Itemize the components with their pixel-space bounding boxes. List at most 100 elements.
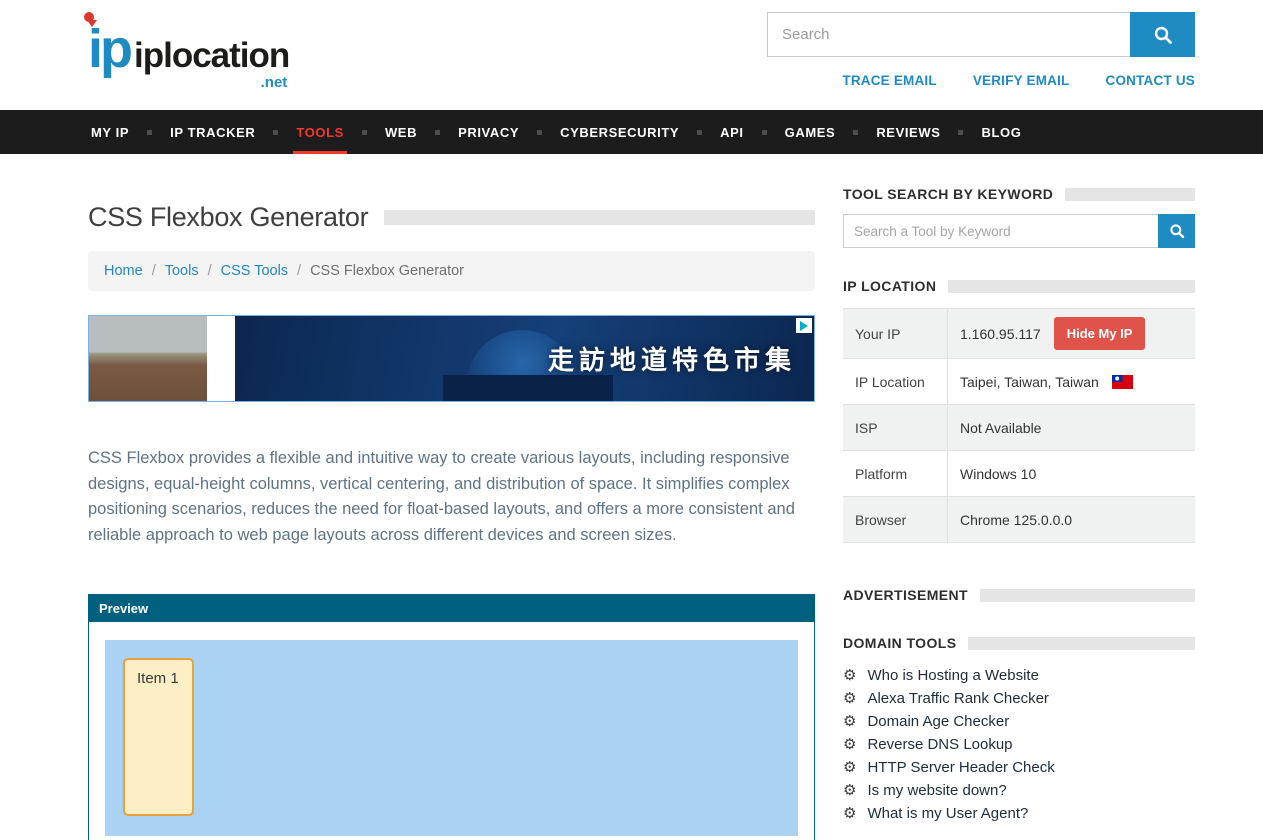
table-row: ISP Not Available — [843, 405, 1195, 451]
nav-separator — [853, 130, 858, 135]
domain-tool-link[interactable]: Alexa Traffic Rank Checker — [867, 690, 1048, 707]
nav-ip-tracker[interactable]: IP TRACKER — [167, 110, 258, 154]
ad-gap — [207, 316, 235, 401]
preview-panel: Preview Item 1 — [88, 594, 815, 840]
list-item: ⚙ Who is Hosting a Website — [843, 667, 1195, 684]
nav-blog[interactable]: BLOG — [978, 110, 1024, 154]
heading-filler-bar — [980, 589, 1195, 602]
logo-text: iplocation .net — [134, 36, 289, 76]
nav-privacy[interactable]: PRIVACY — [455, 110, 522, 154]
ip-location-value: Taipei, Taiwan, Taiwan — [960, 374, 1099, 390]
ip-row-label: Browser — [843, 497, 948, 542]
gear-icon: ⚙ — [843, 691, 856, 707]
list-item: ⚙ Alexa Traffic Rank Checker — [843, 690, 1195, 707]
domain-tool-link[interactable]: Who is Hosting a Website — [867, 667, 1038, 684]
ip-location-heading: IP LOCATION — [843, 278, 1195, 294]
flexbox-preview-container: Item 1 — [105, 640, 798, 836]
breadcrumb-tools[interactable]: Tools — [165, 263, 199, 279]
heading-filler-bar — [1065, 188, 1195, 201]
breadcrumb-separator — [208, 263, 212, 279]
nav-web[interactable]: WEB — [382, 110, 420, 154]
main-content: CSS Flexbox Generator Home Tools CSS Too… — [88, 154, 815, 840]
ip-row-label: ISP — [843, 405, 948, 450]
gear-icon: ⚙ — [843, 668, 856, 684]
domain-tools-heading: DOMAIN TOOLS — [843, 635, 1195, 651]
site-search-input[interactable] — [767, 12, 1130, 57]
nav-separator — [362, 130, 367, 135]
domain-tool-link[interactable]: Is my website down? — [867, 782, 1006, 799]
hide-my-ip-button[interactable]: Hide My IP — [1054, 317, 1146, 350]
ip-row-value: Chrome 125.0.0.0 — [948, 497, 1195, 542]
taiwan-flag-icon — [1112, 375, 1133, 389]
search-icon — [1169, 223, 1185, 239]
contact-us-link[interactable]: CONTACT US — [1106, 73, 1196, 88]
preview-panel-body: Item 1 — [89, 622, 814, 840]
tool-search — [843, 214, 1195, 248]
header-right: TRACE EMAIL VERIFY EMAIL CONTACT US — [767, 12, 1195, 88]
nav-separator — [147, 130, 152, 135]
ip-row-value: Taipei, Taiwan, Taiwan — [948, 359, 1195, 404]
logo-wordmark: iplocation — [134, 36, 289, 75]
ip-row-value: Windows 10 — [948, 451, 1195, 496]
nav-separator — [958, 130, 963, 135]
sidebar: TOOL SEARCH BY KEYWORD IP LOCATION Your … — [843, 154, 1195, 840]
verify-email-link[interactable]: VERIFY EMAIL — [973, 73, 1070, 88]
your-ip-value: 1.160.95.117 — [960, 326, 1041, 342]
breadcrumb-separator — [297, 263, 301, 279]
nav-cybersecurity[interactable]: CYBERSECURITY — [557, 110, 682, 154]
title-filler-bar — [384, 210, 815, 225]
nav-tools[interactable]: TOOLS — [293, 110, 347, 154]
trace-email-link[interactable]: TRACE EMAIL — [842, 73, 936, 88]
list-item: ⚙ Reverse DNS Lookup — [843, 736, 1195, 753]
tool-search-button[interactable] — [1158, 214, 1195, 248]
ad-banner[interactable]: 走訪地道特色市集 — [88, 315, 815, 402]
site-search-button[interactable] — [1130, 12, 1195, 57]
ip-row-label: Platform — [843, 451, 948, 496]
ip-info-table: Your IP 1.160.95.117 Hide My IP IP Locat… — [843, 308, 1195, 543]
logo[interactable]: ip iplocation .net — [88, 12, 289, 88]
nav-separator — [435, 130, 440, 135]
tool-search-input[interactable] — [843, 214, 1158, 248]
gear-icon: ⚙ — [843, 714, 856, 730]
nav-separator — [273, 130, 278, 135]
breadcrumb-css-tools[interactable]: CSS Tools — [221, 263, 288, 279]
nav-my-ip[interactable]: MY IP — [88, 110, 132, 154]
location-pin-icon — [84, 12, 97, 32]
list-item: ⚙ Domain Age Checker — [843, 713, 1195, 730]
breadcrumb-home[interactable]: Home — [104, 263, 143, 279]
nav-api[interactable]: API — [717, 110, 746, 154]
table-row: Your IP 1.160.95.117 Hide My IP — [843, 309, 1195, 359]
gear-icon: ⚙ — [843, 783, 856, 799]
breadcrumb-separator — [152, 263, 156, 279]
advertisement-heading: ADVERTISEMENT — [843, 587, 1195, 603]
breadcrumb-current: CSS Flexbox Generator — [310, 263, 464, 279]
nav-separator — [762, 130, 767, 135]
ad-photo-graphic — [89, 316, 207, 401]
domain-tools-list: ⚙ Who is Hosting a Website ⚙ Alexa Traff… — [843, 667, 1195, 822]
nav-games[interactable]: GAMES — [782, 110, 839, 154]
domain-tool-link[interactable]: Domain Age Checker — [867, 713, 1009, 730]
top-links: TRACE EMAIL VERIFY EMAIL CONTACT US — [767, 73, 1195, 88]
table-row: Platform Windows 10 — [843, 451, 1195, 497]
list-item: ⚙ HTTP Server Header Check — [843, 759, 1195, 776]
domain-tool-link[interactable]: Reverse DNS Lookup — [867, 736, 1012, 753]
list-item: ⚙ Is my website down? — [843, 782, 1195, 799]
site-header: ip iplocation .net TRACE EMAIL VERIFY EM… — [0, 0, 1263, 110]
heading-filler-bar — [948, 280, 1195, 293]
platform-value: Windows 10 — [960, 466, 1036, 482]
flexbox-preview-item: Item 1 — [123, 658, 194, 816]
domain-tool-link[interactable]: HTTP Server Header Check — [867, 759, 1054, 776]
tool-search-heading: TOOL SEARCH BY KEYWORD — [843, 186, 1195, 202]
nav-reviews[interactable]: REVIEWS — [873, 110, 943, 154]
ip-row-label: Your IP — [843, 309, 948, 358]
table-row: Browser Chrome 125.0.0.0 — [843, 497, 1195, 543]
logo-mark: ip — [88, 12, 130, 80]
preview-panel-header: Preview — [89, 595, 814, 622]
adchoices-icon[interactable] — [796, 318, 812, 333]
logo-suffix: .net — [261, 74, 288, 91]
ip-row-label: IP Location — [843, 359, 948, 404]
ad-headline: 走訪地道特色市集 — [548, 340, 796, 377]
gear-icon: ⚙ — [843, 806, 856, 822]
gear-icon: ⚙ — [843, 737, 856, 753]
domain-tool-link[interactable]: What is my User Agent? — [867, 805, 1028, 822]
